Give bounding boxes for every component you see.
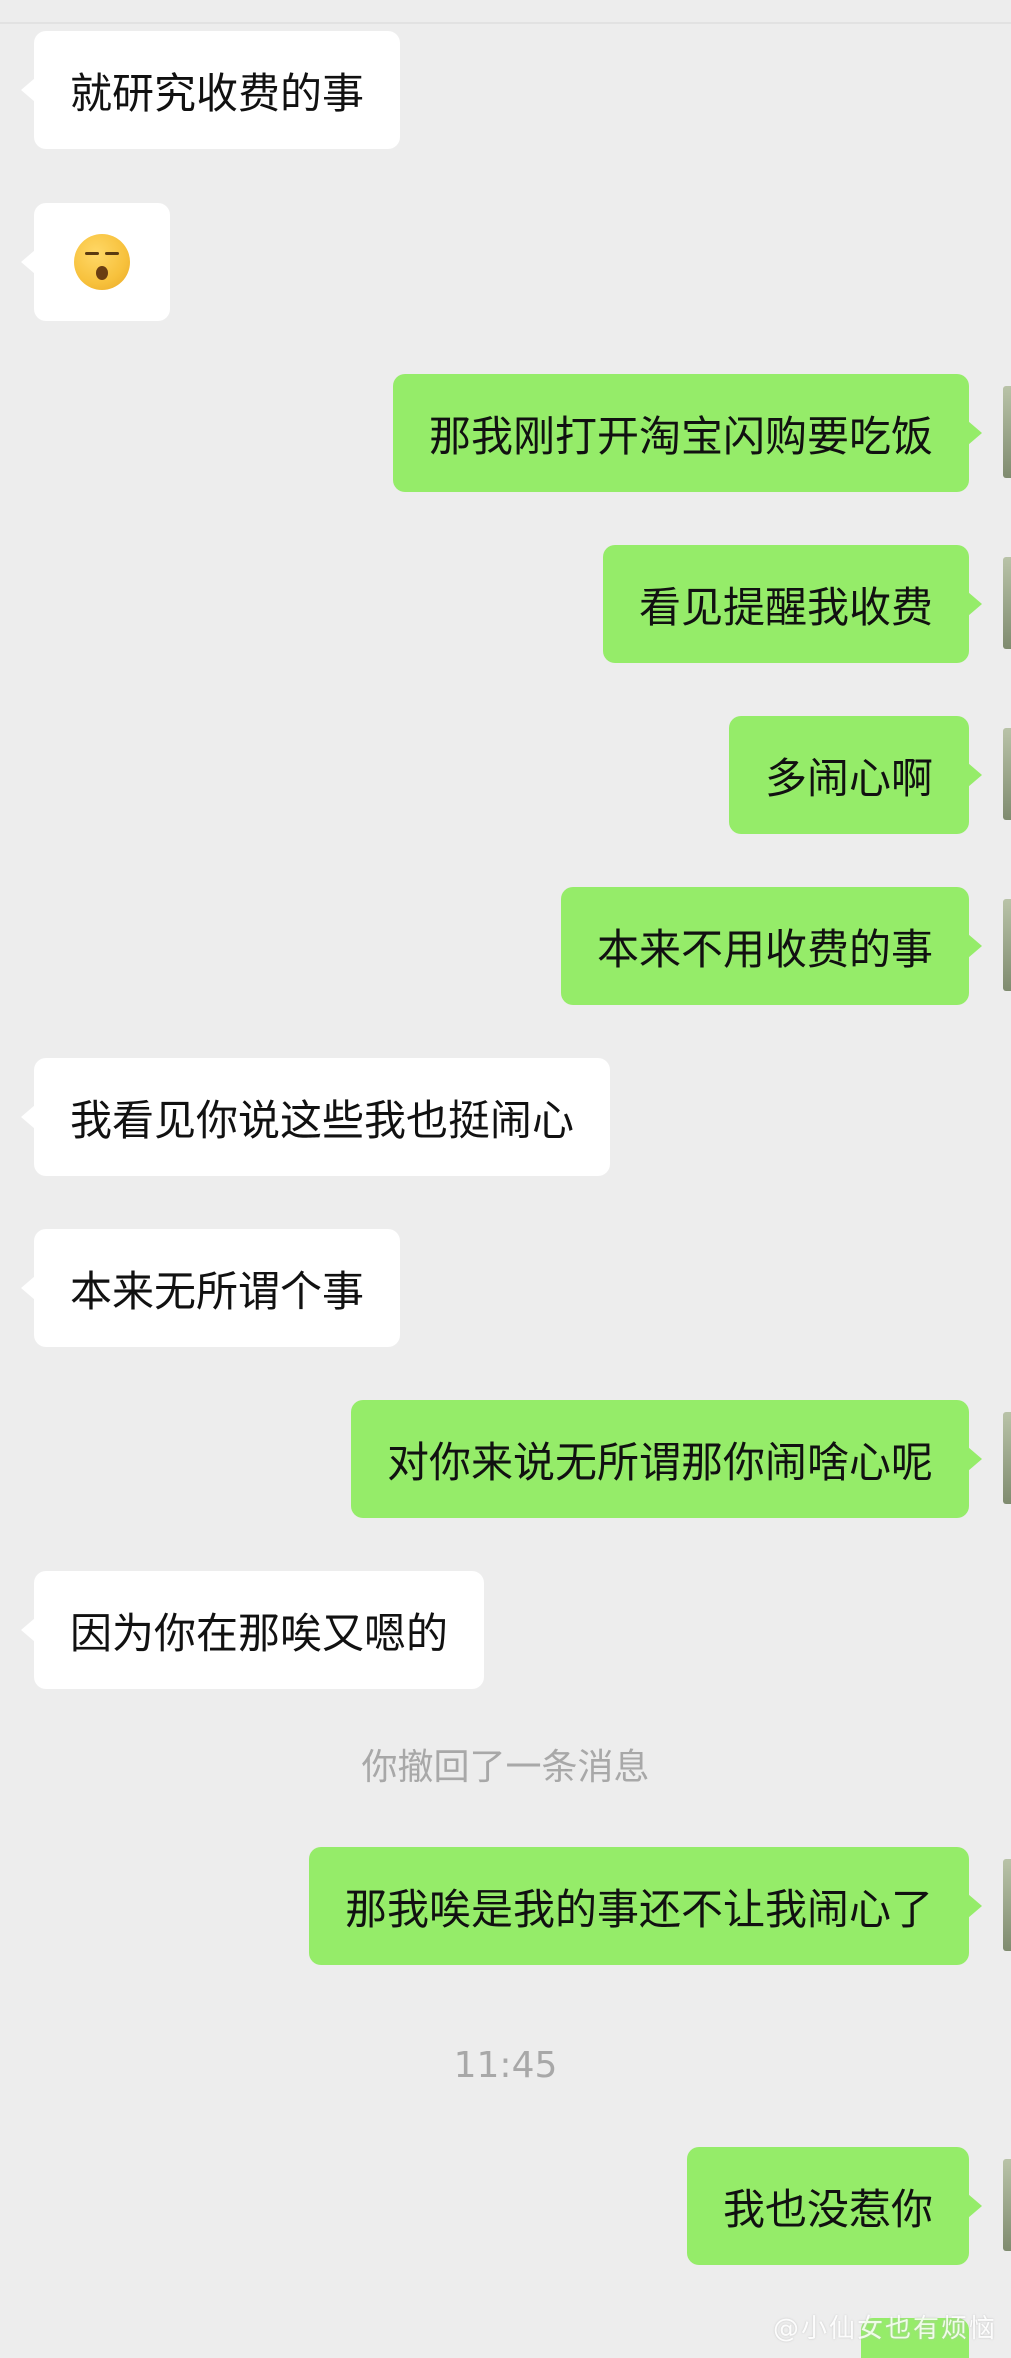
message-bubble-outgoing[interactable]: 本来不用收费的事 <box>560 887 983 1005</box>
message-text: 本来不用收费的事 <box>596 924 933 974</box>
weary-face-emoji-icon <box>74 234 130 290</box>
message-bubble-outgoing[interactable]: 那我刚打开淘宝闪购要吃饭 <box>392 374 983 492</box>
avatar[interactable] <box>1003 1412 1011 1504</box>
avatar[interactable] <box>1003 386 1011 478</box>
emoji-eye <box>85 252 99 255</box>
avatar[interactable] <box>1003 728 1011 820</box>
message-text: 对你来说无所谓那你闹啥心呢 <box>386 1437 933 1487</box>
top-edge <box>0 0 1011 24</box>
avatar[interactable] <box>1003 2159 1011 2251</box>
message-text: 那我唉是我的事还不让我闹心了 <box>344 1884 933 1934</box>
message-bubble-outgoing[interactable]: 多闹心啊 <box>728 716 983 834</box>
message-bubble-outgoing[interactable]: 那我唉是我的事还不让我闹心了 <box>308 1847 983 1965</box>
message-text: 本来无所谓个事 <box>70 1266 365 1316</box>
message-bubble-outgoing[interactable]: 我也没惹你 <box>686 2147 983 2265</box>
message-text: 因为你在那唉又嗯的 <box>70 1608 449 1658</box>
watermark: @小仙女也有烦恼 <box>772 2314 997 2344</box>
recall-notice: 你撤回了一条消息 <box>361 1747 650 1788</box>
message-bubble-outgoing[interactable]: 对你来说无所谓那你闹啥心呢 <box>350 1400 983 1518</box>
message-text: 看见提醒我收费 <box>638 582 933 632</box>
message-text: 我看见你说这些我也挺闹心 <box>70 1095 575 1145</box>
emoji-mouth <box>96 266 108 280</box>
avatar[interactable] <box>1003 557 1011 649</box>
emoji-message-bubble-incoming[interactable] <box>21 203 170 321</box>
message-bubble-incoming[interactable]: 本来无所谓个事 <box>20 1229 401 1347</box>
message-timestamp: 11:45 <box>453 2045 558 2086</box>
message-bubble-incoming[interactable]: 就研究收费的事 <box>20 31 401 149</box>
message-bubble-incoming[interactable]: 因为你在那唉又嗯的 <box>20 1571 485 1689</box>
message-text: 多闹心啊 <box>764 753 933 803</box>
message-bubble-outgoing[interactable]: 看见提醒我收费 <box>602 545 983 663</box>
message-text: 就研究收费的事 <box>70 68 365 118</box>
emoji-eye <box>105 252 119 255</box>
avatar[interactable] <box>1003 1859 1011 1951</box>
avatar[interactable] <box>1003 899 1011 991</box>
message-text: 我也没惹你 <box>722 2184 933 2234</box>
message-bubble-incoming[interactable]: 我看见你说这些我也挺闹心 <box>20 1058 611 1176</box>
message-text: 那我刚打开淘宝闪购要吃饭 <box>428 411 933 461</box>
